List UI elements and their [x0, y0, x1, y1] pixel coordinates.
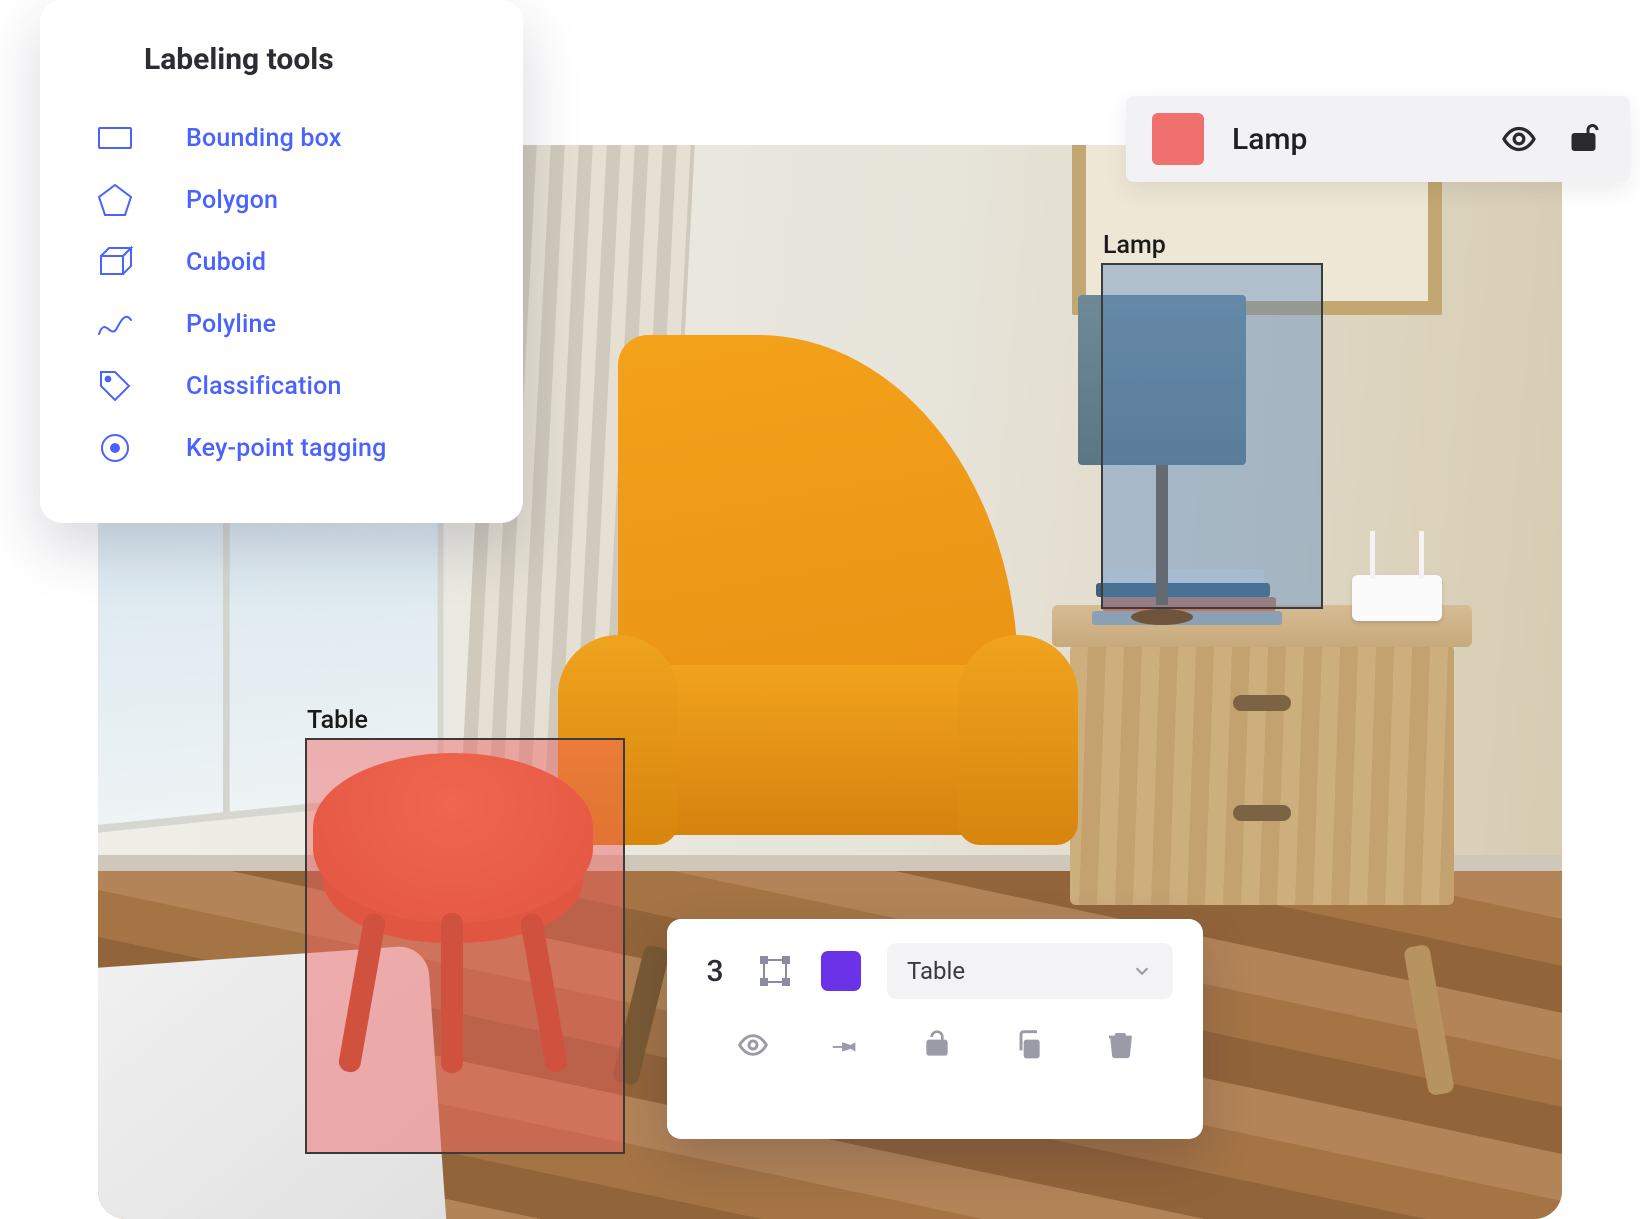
- visibility-toggle[interactable]: [1500, 120, 1538, 158]
- class-swatch: [1152, 113, 1204, 165]
- tool-polyline[interactable]: Polyline: [94, 293, 473, 355]
- copy-button[interactable]: [1009, 1025, 1049, 1065]
- chevron-down-icon: [1131, 960, 1153, 982]
- tool-classification[interactable]: Classification: [94, 355, 473, 417]
- lock-toggle[interactable]: [1566, 120, 1604, 158]
- instance-color-swatch[interactable]: [821, 951, 861, 991]
- tool-label: Cuboid: [186, 248, 266, 277]
- class-name: Lamp: [1232, 122, 1472, 157]
- instance-toolbar: 3 Table: [667, 919, 1203, 1139]
- lock-button[interactable]: [917, 1025, 957, 1065]
- tool-label: Key-point tagging: [186, 434, 387, 463]
- class-chip[interactable]: Lamp: [1126, 96, 1630, 182]
- bounding-box-icon: [94, 117, 136, 159]
- labeling-tools-panel: Labeling tools Bounding box Polygon Cubo…: [40, 0, 523, 523]
- visibility-button[interactable]: [733, 1025, 773, 1065]
- cuboid-icon: [94, 241, 136, 283]
- instance-index: 3: [701, 954, 729, 989]
- tool-label: Bounding box: [186, 124, 342, 153]
- polygon-icon: [94, 179, 136, 221]
- tool-label: Classification: [186, 372, 342, 401]
- delete-button[interactable]: [1101, 1025, 1141, 1065]
- bounding-box-type-icon: [755, 951, 795, 991]
- tool-label: Polygon: [186, 186, 278, 215]
- scene-armchair: [558, 335, 1078, 975]
- bbox-lamp[interactable]: Lamp: [1101, 263, 1323, 609]
- keypoint-icon: [94, 427, 136, 469]
- tool-polygon[interactable]: Polygon: [94, 169, 473, 231]
- bbox-table[interactable]: Table: [305, 738, 625, 1154]
- tool-label: Polyline: [186, 310, 276, 339]
- classification-icon: [94, 365, 136, 407]
- polyline-icon: [94, 303, 136, 345]
- bbox-label: Lamp: [1103, 231, 1166, 260]
- class-select[interactable]: Table: [887, 943, 1173, 999]
- tool-cuboid[interactable]: Cuboid: [94, 231, 473, 293]
- class-select-value: Table: [907, 957, 965, 985]
- scene-router: [1352, 575, 1442, 621]
- panel-title: Labeling tools: [144, 42, 473, 77]
- tool-bounding-box[interactable]: Bounding box: [94, 107, 473, 169]
- tool-keypoint[interactable]: Key-point tagging: [94, 417, 473, 479]
- pin-button[interactable]: [825, 1025, 865, 1065]
- bbox-label: Table: [307, 706, 368, 735]
